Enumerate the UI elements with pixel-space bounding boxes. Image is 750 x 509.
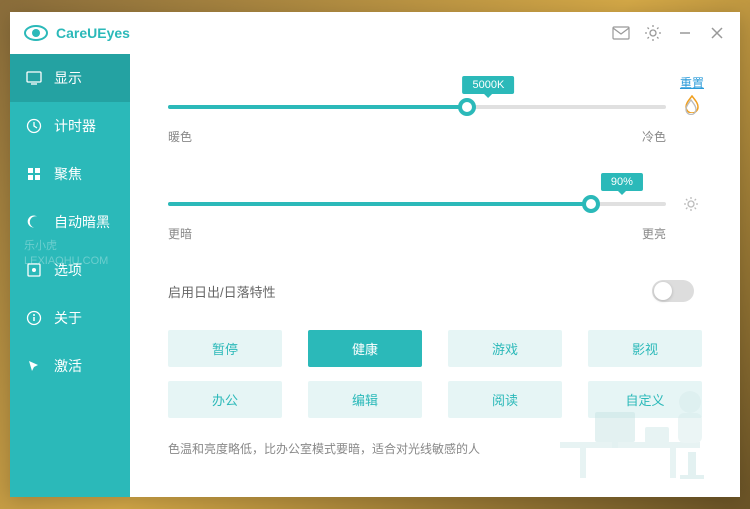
sunrise-toggle[interactable] [652,280,694,302]
titlebar: CareUEyes [10,12,740,54]
title-left: CareUEyes [24,25,130,41]
sidebar-item-options[interactable]: 选项 [10,246,130,294]
monitor-icon [26,70,42,86]
sidebar-item-label: 自动暗黑 [54,212,110,232]
sunrise-toggle-label: 启用日出/日落特性 [168,282,276,301]
label-darker: 更暗 [168,225,192,242]
mode-game[interactable]: 游戏 [448,330,562,367]
slider-fill [168,202,591,206]
sidebar-item-display[interactable]: 显示 [10,54,130,102]
slider-track [168,105,666,109]
mode-movie[interactable]: 影视 [588,330,702,367]
mode-health[interactable]: 健康 [308,330,422,367]
mode-pause[interactable]: 暂停 [168,330,282,367]
app-title: CareUEyes [56,25,130,41]
cursor-icon [26,358,42,374]
sidebar-item-label: 计时器 [54,116,96,136]
slider-thumb[interactable] [582,195,600,213]
minimize-icon[interactable] [676,24,694,42]
info-icon [26,310,42,326]
slider-thumb[interactable] [458,98,476,116]
mode-office[interactable]: 办公 [168,381,282,418]
gear-icon[interactable] [644,24,662,42]
sun-icon [680,196,702,212]
sidebar-item-label: 显示 [54,68,82,88]
label-brighter: 更亮 [642,225,666,242]
slider-fill [168,105,467,109]
sidebar-item-autodark[interactable]: 自动暗黑 [10,198,130,246]
app-body: 显示 计时器 聚焦 自动暗黑 选项 关于 [10,54,740,497]
clock-icon [26,118,42,134]
brightness-slider[interactable]: 90% [168,179,702,215]
sidebar-item-timer[interactable]: 计时器 [10,102,130,150]
app-window: CareUEyes 显示 计时器 聚焦 自动暗黑 [10,12,740,497]
temperature-slider-group: 5000K 暖色 冷色 [168,82,702,145]
sidebar-item-label: 选项 [54,260,82,280]
slider-track [168,202,666,206]
options-icon [26,262,42,278]
temperature-labels: 暖色 冷色 [168,128,702,145]
mode-custom[interactable]: 自定义 [588,381,702,418]
slider-value-badge: 5000K [462,76,514,94]
sidebar-item-label: 聚焦 [54,164,82,184]
sidebar-item-focus[interactable]: 聚焦 [10,150,130,198]
mode-description: 色温和亮度略低，比办公室模式要暗，适合对光线敏感的人 [168,440,702,457]
toggle-knob [654,282,672,300]
mode-read[interactable]: 阅读 [448,381,562,418]
main-content: 重置 5000K 暖色 冷色 90 [130,54,740,497]
sunrise-toggle-row: 启用日出/日落特性 [168,280,702,302]
label-warm: 暖色 [168,128,192,145]
close-icon[interactable] [708,24,726,42]
grid-icon [26,166,42,182]
title-actions [612,24,726,42]
mode-buttons: 暂停 健康 游戏 影视 办公 编辑 阅读 自定义 [168,330,702,418]
sidebar: 显示 计时器 聚焦 自动暗黑 选项 关于 [10,54,130,497]
mode-edit[interactable]: 编辑 [308,381,422,418]
sidebar-item-about[interactable]: 关于 [10,294,130,342]
temperature-slider[interactable]: 5000K [168,82,702,118]
brightness-labels: 更暗 更亮 [168,225,702,242]
moon-icon [26,214,42,230]
app-logo-icon [24,25,48,41]
mail-icon[interactable] [612,24,630,42]
brightness-slider-group: 90% 更暗 更亮 [168,179,702,242]
droplet-outline-icon [680,99,702,115]
sidebar-item-label: 关于 [54,308,82,328]
label-cool: 冷色 [642,128,666,145]
sidebar-item-activate[interactable]: 激活 [10,342,130,390]
slider-value-badge: 90% [601,173,643,191]
sidebar-item-label: 激活 [54,356,82,376]
